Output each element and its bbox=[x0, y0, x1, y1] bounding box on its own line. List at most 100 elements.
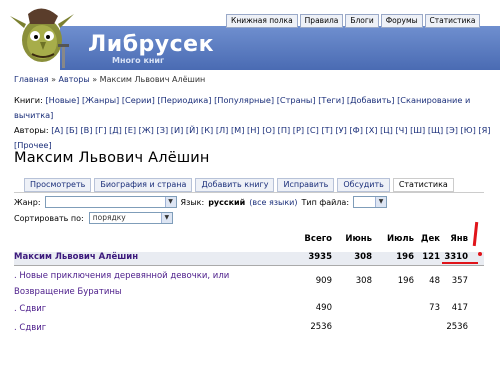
language-label: Язык: bbox=[180, 197, 205, 207]
column-header-total: Всего bbox=[304, 234, 332, 244]
filter-row: Жанр: ▼ Язык: русский (все языки) Тип фа… bbox=[14, 196, 388, 208]
site-slogan: Много книг bbox=[112, 56, 165, 65]
sort-row: Сортировать по: порядку ▼ bbox=[14, 212, 173, 224]
nav-statistics[interactable]: Статистика bbox=[424, 14, 481, 28]
author-letter-link[interactable]: [Прочее] bbox=[14, 140, 52, 150]
column-header-june: Июнь bbox=[345, 234, 372, 244]
book-title-link[interactable]: Новые приключения деревянной девочки, ил… bbox=[14, 271, 229, 297]
author-jan-value: 3310 bbox=[444, 252, 468, 262]
table-row: . Новые приключения деревянной девочки, … bbox=[14, 268, 264, 300]
underline-annotation bbox=[442, 262, 478, 264]
nav-rules[interactable]: Правила bbox=[299, 14, 344, 28]
author-letter-link[interactable]: [Е] bbox=[125, 125, 137, 135]
books-link-new[interactable]: [Новые] bbox=[45, 95, 79, 105]
breadcrumb-home[interactable]: Главная bbox=[14, 75, 49, 84]
book-total-value: 909 bbox=[315, 276, 332, 286]
book-total-value: 490 bbox=[315, 303, 332, 313]
authors-nav-row: Авторы: [А] [Б] [В] [Г] [Д] [Е] [Ж] [З] … bbox=[14, 123, 494, 153]
author-letter-link[interactable]: [Щ] bbox=[428, 125, 443, 135]
author-letter-link[interactable]: [Ю] bbox=[461, 125, 476, 135]
filetype-label: Тип файла: bbox=[301, 197, 350, 207]
author-letter-link[interactable]: [Я] bbox=[478, 125, 490, 135]
author-letter-link[interactable]: [К] bbox=[201, 125, 213, 135]
author-letter-link[interactable]: [У] bbox=[335, 125, 346, 135]
book-june-value: 308 bbox=[355, 276, 372, 286]
author-letter-link[interactable]: [Ц] bbox=[380, 125, 393, 135]
author-letter-link[interactable]: [Б] bbox=[66, 125, 78, 135]
breadcrumb-authors[interactable]: Авторы bbox=[59, 75, 90, 84]
bullet: . bbox=[14, 271, 17, 281]
author-letter-link[interactable]: [Х] bbox=[366, 125, 378, 135]
chevron-down-icon: ▼ bbox=[164, 197, 176, 207]
book-jan-value: 2536 bbox=[446, 322, 468, 332]
author-letter-link[interactable]: [Ч] bbox=[395, 125, 407, 135]
top-navigation: Книжная полка Правила Блоги Форумы Стати… bbox=[226, 14, 481, 28]
author-letter-link[interactable]: [И] bbox=[171, 125, 184, 135]
tab-add-book[interactable]: Добавить книгу bbox=[195, 178, 275, 192]
book-title-link[interactable]: Сдвиг bbox=[19, 323, 46, 333]
books-nav-row: Книги: [Новые] [Жанры] [Серии] [Периодик… bbox=[14, 93, 494, 123]
breadcrumb-current: Максим Львович Алёшин bbox=[99, 75, 206, 84]
tab-discuss[interactable]: Обсудить bbox=[337, 178, 390, 192]
exclamation-annotation-mark bbox=[472, 221, 479, 247]
tab-biography[interactable]: Биография и страна bbox=[94, 178, 193, 192]
author-letter-link[interactable]: [П] bbox=[278, 125, 291, 135]
author-letter-link[interactable]: [Э] bbox=[446, 125, 458, 135]
author-letter-link[interactable]: [З] bbox=[157, 125, 169, 135]
column-header-jan: Янв bbox=[450, 234, 468, 244]
author-letter-link[interactable]: [С] bbox=[307, 125, 319, 135]
author-total-link[interactable]: Максим Львович Алёшин bbox=[14, 252, 138, 262]
author-letter-link[interactable]: [Г] bbox=[95, 125, 106, 135]
language-value: русский bbox=[208, 197, 246, 207]
site-title[interactable]: Либрусек bbox=[88, 32, 214, 57]
chevron-down-icon: ▼ bbox=[160, 213, 172, 223]
breadcrumb-separator: » bbox=[48, 75, 59, 84]
site-header: Либрусек Много книг Книжная полка Правил… bbox=[0, 0, 500, 72]
author-letter-link[interactable]: [Д] bbox=[109, 125, 122, 135]
author-tabs: Просмотреть Биография и страна Добавить … bbox=[24, 178, 454, 192]
book-jan-value: 417 bbox=[451, 303, 468, 313]
book-total-value: 2536 bbox=[310, 322, 332, 332]
books-link-add[interactable]: [Добавить] bbox=[347, 95, 395, 105]
author-total-value: 3935 bbox=[308, 252, 332, 262]
author-letter-link[interactable]: [М] bbox=[231, 125, 244, 135]
breadcrumb: Главная » Авторы » Максим Львович Алёшин bbox=[14, 75, 205, 84]
goblin-mascot-logo[interactable] bbox=[2, 2, 84, 70]
author-letter-link[interactable]: [Т] bbox=[321, 125, 332, 135]
filetype-select[interactable]: ▼ bbox=[353, 196, 388, 208]
books-link-genres[interactable]: [Жанры] bbox=[82, 95, 119, 105]
author-letter-link[interactable]: [Р] bbox=[293, 125, 304, 135]
author-letter-link[interactable]: [Ж] bbox=[139, 125, 154, 135]
book-jan-value: 357 bbox=[451, 276, 468, 286]
books-link-popular[interactable]: [Популярные] bbox=[214, 95, 274, 105]
books-link-periodicals[interactable]: [Периодика] bbox=[157, 95, 211, 105]
author-letter-link[interactable]: [Ф] bbox=[349, 125, 362, 135]
author-letter-link[interactable]: [Й] bbox=[186, 125, 199, 135]
table-row: . Сдвиг bbox=[14, 320, 46, 336]
breadcrumb-separator: » bbox=[89, 75, 100, 84]
books-link-countries[interactable]: [Страны] bbox=[277, 95, 316, 105]
genre-select[interactable]: ▼ bbox=[44, 196, 177, 208]
books-link-series[interactable]: [Серии] bbox=[122, 95, 155, 105]
author-letter-link[interactable]: [А] bbox=[51, 125, 63, 135]
tab-edit[interactable]: Исправить bbox=[277, 178, 335, 192]
bullet: . bbox=[14, 323, 17, 333]
author-letter-link[interactable]: [Н] bbox=[247, 125, 260, 135]
author-letter-link[interactable]: [Л] bbox=[216, 125, 229, 135]
all-languages-link[interactable]: (все языки) bbox=[249, 198, 297, 207]
author-letter-link[interactable]: [Ш] bbox=[410, 125, 425, 135]
sort-select[interactable]: порядку ▼ bbox=[88, 212, 173, 224]
sort-label: Сортировать по: bbox=[14, 213, 84, 223]
books-label: Книги: bbox=[14, 95, 43, 105]
tab-view[interactable]: Просмотреть bbox=[24, 178, 92, 192]
nav-forums[interactable]: Форумы bbox=[380, 14, 423, 28]
books-link-tags[interactable]: [Теги] bbox=[318, 95, 344, 105]
exclamation-annotation-dot bbox=[478, 252, 482, 256]
author-letter-link[interactable]: [О] bbox=[262, 125, 275, 135]
tab-statistics[interactable]: Статистика bbox=[392, 178, 454, 192]
table-row: . Сдвиг bbox=[14, 301, 46, 317]
author-letter-link[interactable]: [В] bbox=[80, 125, 92, 135]
nav-bookshelf[interactable]: Книжная полка bbox=[226, 14, 298, 28]
nav-blogs[interactable]: Блоги bbox=[345, 14, 379, 28]
book-title-link[interactable]: Сдвиг bbox=[19, 304, 46, 314]
